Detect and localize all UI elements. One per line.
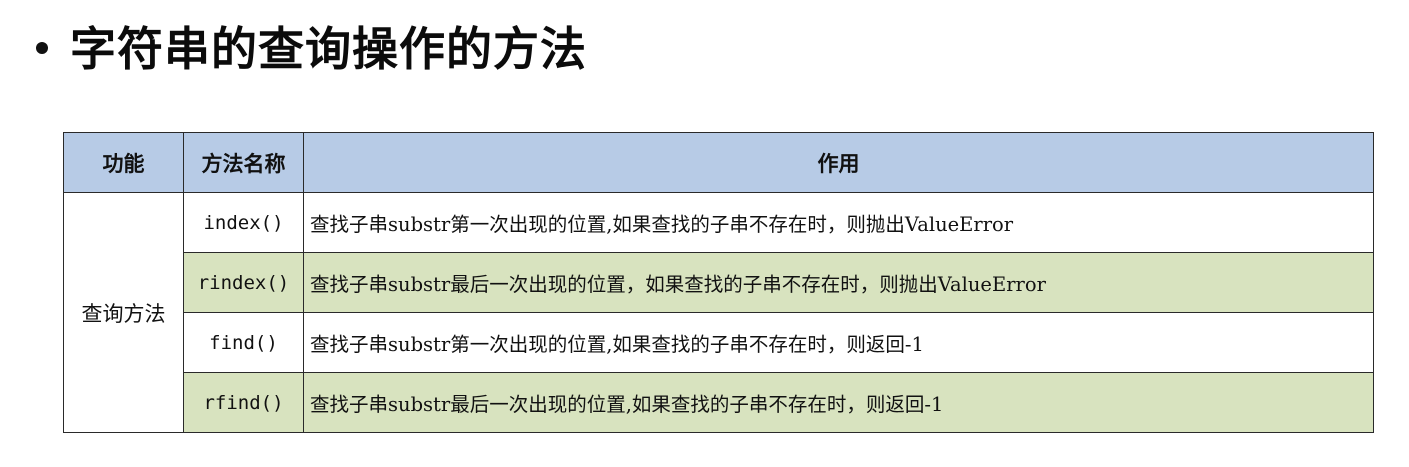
method-description-cell: 查找子串substr第一次出现的位置,如果查找的子串不存在时，则返回-1 <box>303 312 1374 373</box>
header-function: 功能 <box>63 132 184 193</box>
string-query-methods-table: 功能 方法名称 作用 查询方法 index() 查找子串substr第一次出现的… <box>63 132 1374 433</box>
table-row: rfind() 查找子串substr最后一次出现的位置,如果查找的子串不存在时，… <box>64 372 1374 433</box>
table-row: rindex() 查找子串substr最后一次出现的位置，如果查找的子串不存在时… <box>64 252 1374 313</box>
table-row: find() 查找子串substr第一次出现的位置,如果查找的子串不存在时，则返… <box>64 312 1374 373</box>
function-group-cell: 查询方法 <box>63 192 184 433</box>
method-name-cell: rfind() <box>183 372 304 433</box>
table-header-row: 功能 方法名称 作用 <box>63 132 1374 193</box>
method-description-cell: 查找子串substr最后一次出现的位置，如果查找的子串不存在时，则抛出Value… <box>303 252 1374 313</box>
method-description-cell: 查找子串substr第一次出现的位置,如果查找的子串不存在时，则抛出ValueE… <box>303 192 1374 253</box>
header-method-name: 方法名称 <box>183 132 304 193</box>
method-name-cell: find() <box>183 312 304 373</box>
bullet-icon <box>36 42 48 54</box>
method-name-cell: index() <box>183 192 304 253</box>
slide-title: 字符串的查询操作的方法 <box>36 10 587 82</box>
header-effect: 作用 <box>303 132 1374 193</box>
method-description-cell: 查找子串substr最后一次出现的位置,如果查找的子串不存在时，则返回-1 <box>303 372 1374 433</box>
table-row: 查询方法 index() 查找子串substr第一次出现的位置,如果查找的子串不… <box>63 192 1374 433</box>
slide-title-text: 字符串的查询操作的方法 <box>70 22 587 76</box>
method-name-cell: rindex() <box>183 252 304 313</box>
